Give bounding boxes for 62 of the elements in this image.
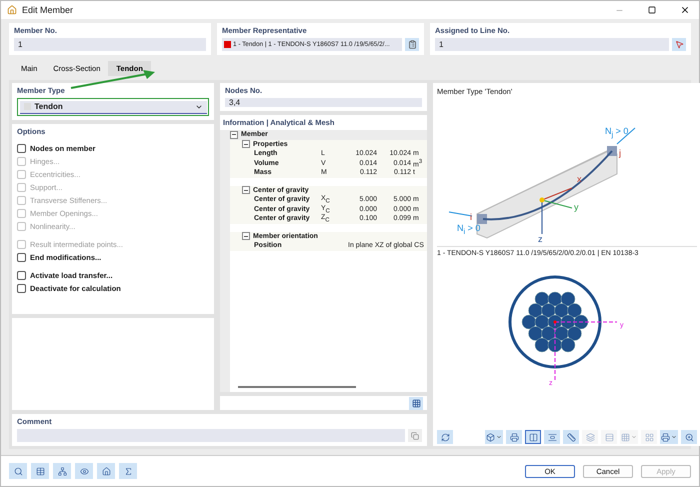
- copy-icon: [411, 432, 419, 440]
- nodes-field[interactable]: 3,4: [225, 98, 422, 107]
- sync-button[interactable]: [437, 430, 453, 444]
- cursor-icon: [674, 40, 684, 49]
- collapse-toggle-icon[interactable]: [242, 232, 250, 240]
- caret-icon: [631, 434, 637, 440]
- collapse-toggle-icon[interactable]: [242, 186, 250, 194]
- table-button[interactable]: [31, 463, 49, 479]
- rows-icon: [604, 432, 614, 442]
- pick-button[interactable]: [672, 38, 686, 51]
- view-icon: [80, 466, 88, 476]
- axis-label: x: [577, 174, 582, 184]
- view-icon: [486, 432, 495, 442]
- hierarchy-button[interactable]: [53, 463, 71, 479]
- caret-icon: [671, 434, 677, 440]
- frame-icon: [528, 432, 538, 442]
- node-label: j: [619, 148, 621, 158]
- formula-icon: [124, 466, 132, 476]
- axis-label: y: [574, 202, 578, 212]
- force-label: N$_{i}$ > 0: [457, 223, 480, 236]
- zoom-button[interactable]: [681, 430, 697, 444]
- print-button[interactable]: [660, 430, 678, 444]
- dimension-button[interactable]: [544, 430, 560, 444]
- comment-field[interactable]: [17, 429, 405, 442]
- search-icon: [14, 466, 22, 476]
- member-type-dropdown[interactable]: Tendon: [20, 100, 206, 114]
- view-button[interactable]: [485, 430, 503, 444]
- collapse-toggle-icon[interactable]: [242, 140, 250, 148]
- clipboard-icon: [408, 40, 416, 49]
- print-icon: [661, 432, 670, 442]
- printer-button[interactable]: [506, 430, 522, 444]
- house-icon: [102, 466, 110, 476]
- search-button[interactable]: [9, 463, 27, 479]
- force-label: N$_{j}$ > 0: [605, 126, 628, 139]
- close-icon: [680, 5, 690, 15]
- grid-icon: [621, 432, 630, 442]
- view-button[interactable]: [75, 463, 93, 479]
- ruler-icon: [566, 432, 576, 442]
- caret-icon: [496, 434, 502, 440]
- line-number-field[interactable]: 1: [435, 38, 669, 51]
- zoom-icon: [684, 432, 694, 442]
- copy-button[interactable]: [408, 429, 422, 442]
- layers-icon: [586, 432, 594, 442]
- sync-icon: [440, 432, 450, 442]
- ruler-button[interactable]: [563, 430, 579, 444]
- house-button[interactable]: [97, 463, 115, 479]
- dimension-icon: [548, 432, 556, 442]
- window-title: Edit Member: [22, 5, 74, 15]
- edit-button[interactable]: [405, 38, 419, 51]
- grid-icon: [412, 398, 420, 408]
- table-icon: [36, 466, 44, 476]
- printer-icon: [510, 432, 518, 442]
- frame-button[interactable]: [525, 430, 541, 444]
- maximize-icon: [648, 6, 656, 14]
- axis-label: z: [538, 234, 542, 244]
- hierarchy-icon: [58, 466, 66, 476]
- node-label: i: [470, 212, 472, 222]
- formula-button[interactable]: [119, 463, 137, 479]
- app-icon: [7, 5, 17, 15]
- collapse-toggle-icon[interactable]: [230, 130, 238, 139]
- member-number-field[interactable]: 1: [14, 38, 206, 51]
- grid-button[interactable]: [409, 396, 423, 410]
